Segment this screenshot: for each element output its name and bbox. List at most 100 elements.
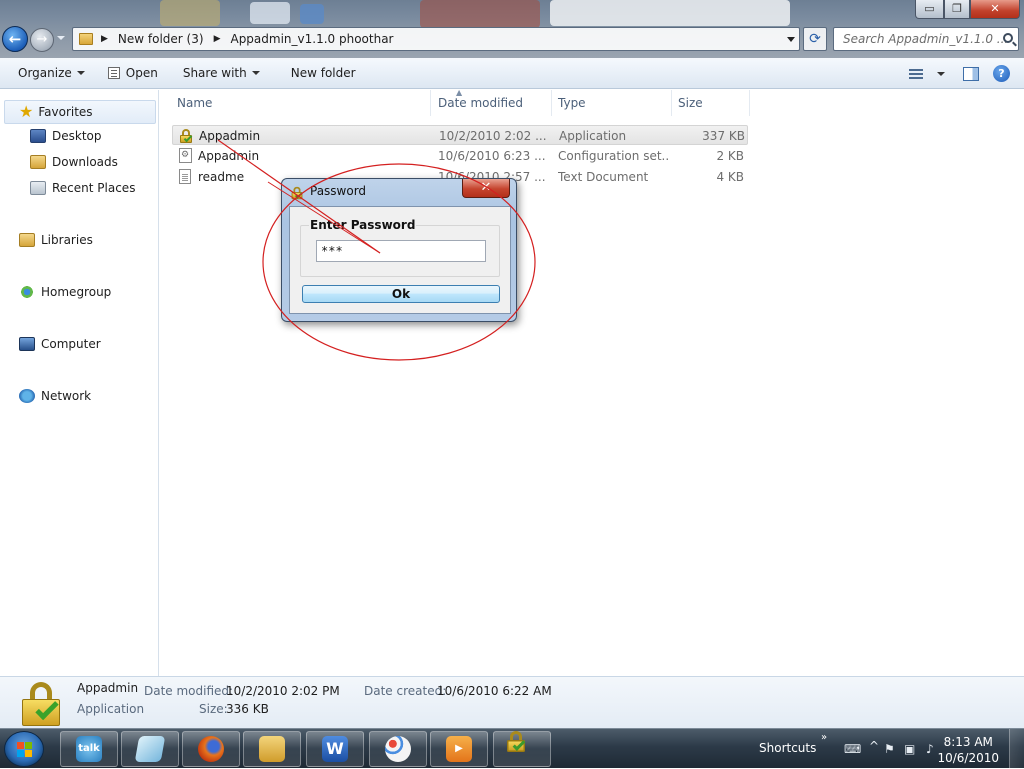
lock-icon [291, 186, 303, 200]
details-date-modified-value: 10/2/2010 2:02 PM [226, 684, 340, 698]
help-icon[interactable]: ? [993, 65, 1010, 82]
nav-computer-label: Computer [41, 337, 101, 351]
nav-item-network[interactable]: Network [19, 386, 91, 406]
nav-item-downloads[interactable]: Downloads [30, 152, 118, 172]
keyboard-icon[interactable]: ⌨ [844, 742, 861, 756]
lock-icon [180, 129, 193, 143]
text-file-icon [179, 169, 191, 184]
taskbar-talk-button[interactable]: talk [60, 731, 118, 767]
file-row[interactable]: Appadmin 10/2/2010 2:02 ... Application … [172, 125, 748, 145]
taskbar-paint-button[interactable] [369, 731, 427, 767]
search-icon[interactable] [1003, 33, 1013, 43]
breadcrumb-separator-icon[interactable]: ▶ [101, 34, 108, 44]
preview-pane-icon[interactable] [963, 66, 979, 81]
file-list-header: ▲ Name Date modified Type Size [160, 88, 1024, 116]
taskbar-firefox-button[interactable] [182, 731, 240, 767]
taskbar-explorer-button[interactable] [243, 731, 301, 767]
clock-time: 8:13 AM [943, 735, 993, 749]
word-icon: W [322, 736, 348, 762]
file-type: Application [559, 129, 627, 143]
file-type: Text Document [558, 170, 649, 184]
nav-item-favorites[interactable]: ★ Favorites [4, 100, 156, 124]
refresh-button[interactable]: ⟳ [803, 27, 827, 51]
nav-item-libraries[interactable]: Libraries [19, 230, 93, 250]
nav-item-computer[interactable]: Computer [19, 334, 101, 354]
organize-label: Organize [18, 66, 72, 80]
windows-logo-icon [17, 742, 33, 758]
details-date-modified-label: Date modified: [144, 684, 234, 698]
nav-desktop-label: Desktop [52, 129, 102, 143]
nav-homegroup-label: Homegroup [41, 285, 112, 299]
star-icon: ★ [19, 102, 34, 121]
shortcuts-toolbar[interactable]: Shortcuts [759, 741, 816, 755]
taskbar-notepad-button[interactable] [121, 731, 179, 767]
search-input[interactable]: Search Appadmin_v1.1.0 ... [833, 27, 1019, 51]
file-row[interactable]: Appadmin 10/6/2010 6:23 ... Configuratio… [172, 146, 748, 166]
nav-libraries-label: Libraries [41, 233, 93, 247]
nav-recent-places-label: Recent Places [52, 181, 136, 195]
breadcrumb-appadmin-folder[interactable]: Appadmin_v1.1.0 phoothar [228, 32, 395, 46]
downloads-folder-icon [30, 155, 46, 169]
chevron-down-icon [251, 71, 260, 75]
dialog-close-button[interactable]: ✕ [462, 179, 510, 198]
system-clock[interactable]: 8:13 AM 10/6/2010 [937, 734, 999, 766]
open-button[interactable]: Open [94, 62, 167, 84]
column-header-name[interactable]: Name [169, 90, 431, 116]
nav-item-desktop[interactable]: Desktop [30, 126, 102, 146]
taskbar: talk W ▶ Shortcuts » ⌨ ^ ⚑ ▣ ♪ 8:13 AM 1… [0, 728, 1024, 769]
close-window-button[interactable]: ✕ [970, 0, 1020, 19]
dialog-title: Password [310, 184, 367, 198]
paint-icon [385, 736, 411, 762]
column-header-type[interactable]: Type [550, 90, 672, 116]
new-folder-label: New folder [290, 66, 356, 80]
toolbar-chevron-icon[interactable]: » [821, 732, 827, 743]
ok-button[interactable]: Ok [302, 285, 500, 303]
chevron-down-icon [937, 71, 945, 76]
details-date-created-value: 10/6/2010 6:22 AM [437, 684, 552, 698]
taskbar-media-player-button[interactable]: ▶ [430, 731, 488, 767]
details-file-name: Appadmin [77, 681, 139, 695]
action-center-flag-icon[interactable]: ⚑ [884, 742, 895, 756]
notepad-icon [134, 736, 166, 762]
nav-item-homegroup[interactable]: Homegroup [19, 282, 111, 302]
nav-downloads-label: Downloads [52, 155, 118, 169]
file-size: 337 KB [702, 129, 745, 143]
folder-icon [259, 736, 285, 762]
file-name: Appadmin [198, 149, 260, 163]
command-bar: Organize Open Share with New folder ? [0, 58, 1024, 89]
open-icon [107, 67, 120, 79]
details-size-label: Size: [199, 702, 228, 716]
address-bar[interactable]: ▶ New folder (3) ▶ Appadmin_v1.1.0 phoot… [72, 27, 800, 51]
minimize-button[interactable]: ▭ [915, 0, 944, 19]
password-dialog: Password ✕ Enter Password *** Ok [281, 178, 517, 322]
column-header-size[interactable]: Size [670, 90, 750, 116]
recent-pages-dropdown[interactable] [57, 36, 65, 40]
breadcrumb-new-folder[interactable]: New folder (3) [116, 32, 206, 46]
file-type: Configuration set... [558, 149, 670, 163]
new-folder-button[interactable]: New folder [269, 62, 365, 84]
taskbar-appadmin-button[interactable] [493, 731, 551, 767]
file-date-modified: 10/6/2010 6:23 ... [438, 149, 546, 163]
back-button[interactable]: ← [2, 26, 28, 52]
breadcrumb-separator-icon[interactable]: ▶ [214, 34, 221, 44]
show-desktop-button[interactable] [1009, 729, 1024, 769]
network-icon [19, 389, 35, 403]
chevron-down-icon [76, 71, 85, 75]
show-hidden-icons-icon[interactable]: ^ [869, 739, 879, 753]
nav-item-recent-places[interactable]: Recent Places [30, 178, 135, 198]
start-button[interactable] [4, 731, 44, 767]
maximize-button[interactable]: ❐ [944, 0, 970, 19]
address-dropdown-icon[interactable] [787, 37, 795, 42]
organize-button[interactable]: Organize [0, 62, 94, 84]
details-file-type: Application [77, 702, 145, 716]
change-view-button[interactable] [909, 68, 945, 79]
share-with-button[interactable]: Share with [167, 62, 269, 84]
share-with-label: Share with [182, 66, 247, 80]
password-input[interactable]: *** [316, 240, 486, 262]
column-header-date-modified[interactable]: Date modified [430, 90, 552, 116]
forward-button[interactable]: → [30, 28, 54, 52]
network-tray-icon[interactable]: ▣ [904, 742, 915, 756]
volume-icon[interactable]: ♪ [926, 742, 934, 756]
file-size: 4 KB [716, 170, 744, 184]
taskbar-word-button[interactable]: W [306, 731, 364, 767]
